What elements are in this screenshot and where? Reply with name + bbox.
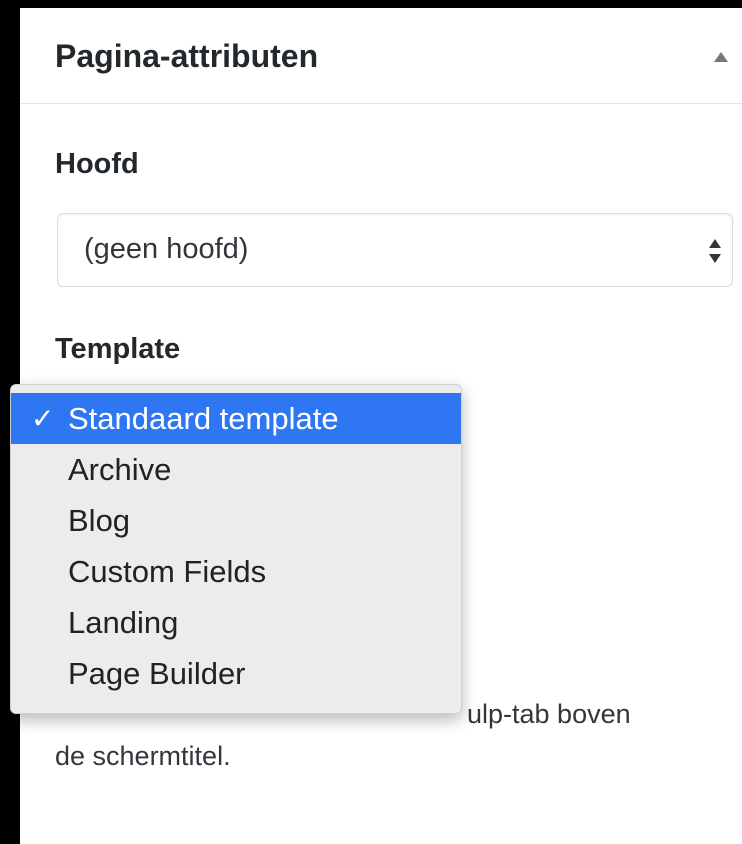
template-option-page-builder[interactable]: Page Builder [11, 648, 461, 699]
option-label: Standaard template [68, 401, 339, 436]
option-label: Custom Fields [68, 554, 267, 589]
option-label: Page Builder [68, 656, 246, 691]
template-option-standaard[interactable]: ✓ Standaard template [11, 393, 461, 444]
template-label: Template [55, 333, 181, 365]
template-dropdown-menu[interactable]: ✓ Standaard template Archive Blog Custom… [10, 384, 462, 714]
panel-header[interactable]: Pagina-attributen [20, 8, 742, 104]
option-label: Blog [68, 503, 131, 538]
triangle-up-icon[interactable] [714, 52, 728, 62]
parent-select[interactable]: (geen hoofd) [57, 213, 733, 287]
option-label: Landing [68, 605, 179, 640]
parent-label: Hoofd [55, 148, 139, 180]
template-option-blog[interactable]: Blog [11, 495, 461, 546]
parent-select-value: (geen hoofd) [84, 233, 249, 265]
updown-arrows-icon [709, 239, 721, 263]
template-option-custom-fields[interactable]: Custom Fields [11, 546, 461, 597]
panel-title: Pagina-attributen [55, 38, 319, 74]
template-option-archive[interactable]: Archive [11, 444, 461, 495]
help-text-line-2: de schermtitel. [55, 741, 231, 771]
screen: Pagina-attributen Hoofd (geen hoofd) Tem… [0, 0, 742, 844]
template-option-landing[interactable]: Landing [11, 597, 461, 648]
checkmark-icon: ✓ [31, 403, 55, 434]
option-label: Archive [68, 452, 172, 487]
